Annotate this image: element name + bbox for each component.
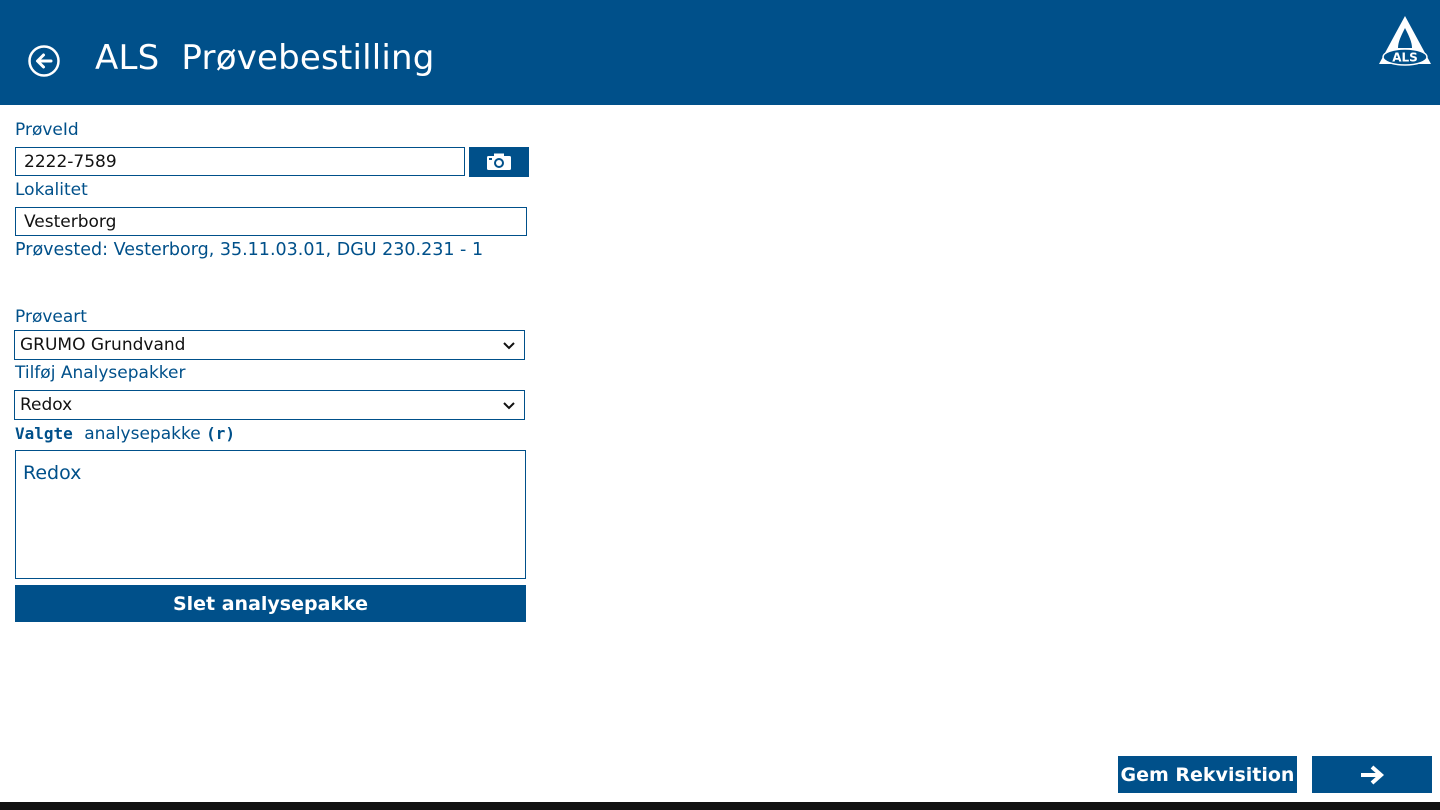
logo-text: ALS	[1392, 51, 1418, 65]
scan-camera-button[interactable]	[469, 147, 529, 177]
sample-id-value: 2222-7589	[24, 151, 117, 172]
back-button[interactable]	[27, 44, 61, 78]
chevron-down-icon	[503, 402, 515, 410]
locality-input[interactable]: Vesterborg	[15, 207, 527, 236]
als-logo-icon: ALS	[1379, 16, 1431, 66]
add-packages-select[interactable]: Redox	[14, 390, 525, 420]
sample-id-label: PrøveId	[15, 120, 79, 140]
delete-package-button[interactable]: Slet analysepakke	[15, 585, 526, 622]
app-header: ALS Prøvebestilling ALS	[0, 0, 1440, 105]
next-button[interactable]	[1312, 756, 1432, 793]
locality-value: Vesterborg	[24, 211, 117, 232]
sample-type-value: GRUMO Grundvand	[20, 335, 186, 355]
page-title-text: Prøvebestilling	[181, 38, 435, 78]
save-requisition-button[interactable]: Gem Rekvisition	[1118, 756, 1297, 793]
sample-site-text: Prøvested: Vesterborg, 35.11.03.01, DGU …	[15, 240, 484, 260]
selected-packages-list[interactable]: Redox	[15, 450, 526, 579]
page-title: ALS Prøvebestilling	[95, 38, 435, 78]
app-name: ALS	[95, 38, 160, 78]
camera-icon	[487, 153, 511, 170]
add-packages-label: Tilføj Analysepakker	[15, 363, 186, 383]
selected-packages-label: Valgte analysepakke (r)	[15, 424, 235, 444]
list-item[interactable]: Redox	[23, 462, 81, 484]
locality-label: Lokalitet	[15, 180, 88, 200]
arrow-right-icon	[1361, 765, 1385, 784]
selected-packages-label-part2: analysepakke	[84, 424, 201, 444]
als-logo: ALS	[1377, 14, 1433, 68]
chevron-down-icon	[503, 342, 515, 350]
back-arrow-circle-icon	[28, 45, 60, 77]
add-packages-value: Redox	[20, 395, 73, 415]
selected-packages-label-part1: Valgte	[15, 424, 73, 443]
selected-packages-label-part3: (r)	[206, 424, 235, 443]
sample-id-input[interactable]: 2222-7589	[15, 147, 465, 176]
bottom-edge-bar	[0, 802, 1440, 810]
sample-type-select[interactable]: GRUMO Grundvand	[14, 330, 525, 360]
sample-type-label: Prøveart	[15, 307, 87, 327]
